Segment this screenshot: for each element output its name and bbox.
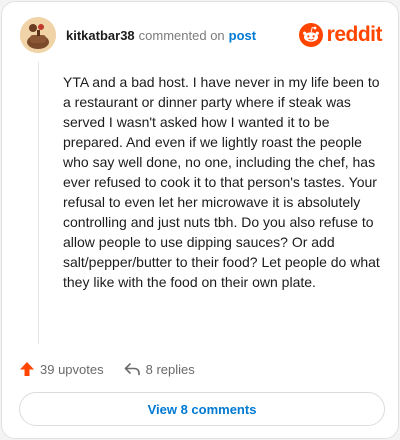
reply-count: 8 replies (145, 361, 195, 377)
brand-wordmark: reddit (326, 23, 383, 46)
comment-meta: kitkatbar38 commented on post (66, 28, 256, 43)
thread-line (38, 62, 39, 344)
upvote-button[interactable]: 39 upvotes (19, 361, 104, 377)
reddit-logo-icon (298, 23, 323, 47)
comment-actions: 39 upvotes 8 replies (19, 359, 195, 379)
upvote-count: 39 upvotes (40, 361, 104, 377)
commented-on-text: commented on (138, 27, 225, 43)
comment-header: kitkatbar38 commented on post reddit (20, 16, 383, 54)
avatar[interactable] (20, 17, 56, 53)
view-comments-button[interactable]: View 8 comments (19, 392, 385, 426)
comment-body: YTA and a bad host. I have never in my l… (63, 74, 380, 290)
upvote-arrow-icon (20, 362, 34, 376)
comment-card: kitkatbar38 commented on post reddit YTA… (1, 1, 399, 439)
avatar-icon (20, 17, 56, 53)
reply-arrow-icon (124, 363, 140, 376)
post-link[interactable]: post (229, 28, 256, 43)
replies-button[interactable]: 8 replies (124, 362, 195, 377)
reddit-brand[interactable]: reddit (298, 23, 383, 47)
username-link[interactable]: kitkatbar38 (66, 28, 135, 43)
